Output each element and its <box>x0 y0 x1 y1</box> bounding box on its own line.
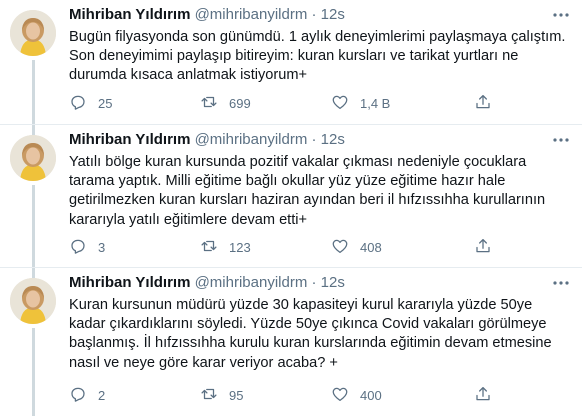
tweet-thread: Mihriban Yıldırım @mihribanyildrm · 12s … <box>0 0 582 416</box>
timestamp[interactable]: 12s <box>321 131 345 148</box>
heart-icon <box>331 385 349 406</box>
more-icon[interactable] <box>552 131 570 154</box>
heart-icon <box>331 93 349 114</box>
share-button[interactable] <box>474 237 492 258</box>
tweet-header: Mihriban Yıldırım @mihribanyildrm · 12s <box>69 274 345 292</box>
tweet-header: Mihriban Yıldırım @mihribanyildrm · 12s <box>69 6 345 24</box>
share-icon <box>474 237 492 258</box>
share-icon <box>474 385 492 406</box>
like-button[interactable]: 400 <box>331 385 382 406</box>
author-name[interactable]: Mihriban Yıldırım <box>69 6 190 23</box>
tweet-actions: 25 699 1,4 B <box>69 93 570 113</box>
retweet-count: 699 <box>229 96 251 111</box>
thread-line <box>32 125 35 135</box>
retweet-count: 123 <box>229 240 251 255</box>
reply-icon <box>69 237 87 258</box>
author-name[interactable]: Mihriban Yıldırım <box>69 274 190 291</box>
retweet-icon <box>200 93 218 114</box>
tweet[interactable]: Mihriban Yıldırım @mihribanyildrm · 12s … <box>0 0 582 125</box>
tweet-text: Yatılı bölge kuran kursunda pozitif vaka… <box>69 154 546 228</box>
tweet-actions: 2 95 400 <box>69 385 570 405</box>
share-button[interactable] <box>474 93 492 114</box>
author-handle[interactable]: @mihribanyildrm <box>195 131 308 148</box>
retweet-icon <box>200 385 218 406</box>
retweet-count: 95 <box>229 388 244 403</box>
share-button[interactable] <box>474 385 492 406</box>
author-handle[interactable]: @mihribanyildrm <box>195 274 308 291</box>
reply-count: 2 <box>98 388 106 403</box>
thread-line <box>32 60 35 125</box>
like-count: 408 <box>360 240 382 255</box>
tweet[interactable]: Mihriban Yıldırım @mihribanyildrm · 12s … <box>0 268 582 416</box>
retweet-icon <box>200 237 218 258</box>
reply-button[interactable]: 3 <box>69 237 105 258</box>
author-handle[interactable]: @mihribanyildrm <box>195 6 308 23</box>
retweet-button[interactable]: 95 <box>200 385 243 406</box>
like-button[interactable]: 1,4 B <box>331 93 390 114</box>
like-count: 1,4 B <box>360 96 391 111</box>
reply-count: 3 <box>98 240 106 255</box>
retweet-button[interactable]: 699 <box>200 93 251 114</box>
separator-dot: · <box>311 274 317 291</box>
reply-count: 25 <box>98 96 113 111</box>
reply-button[interactable]: 2 <box>69 385 105 406</box>
avatar[interactable] <box>10 10 56 56</box>
reply-icon <box>69 93 87 114</box>
tweet-text: Kuran kursunun müdürü yüzde 30 kapasitey… <box>69 297 552 371</box>
tweet-actions: 3 123 408 <box>69 237 570 257</box>
heart-icon <box>331 237 349 258</box>
avatar[interactable] <box>10 278 56 324</box>
separator-dot: · <box>311 6 317 23</box>
more-icon[interactable] <box>552 274 570 297</box>
tweet-text: Bugün filyasyonda son günümdü. 1 aylık d… <box>69 29 566 84</box>
thread-line <box>32 328 35 416</box>
tweet[interactable]: Mihriban Yıldırım @mihribanyildrm · 12s … <box>0 125 582 268</box>
thread-line <box>32 268 35 278</box>
timestamp[interactable]: 12s <box>321 274 345 291</box>
author-name[interactable]: Mihriban Yıldırım <box>69 131 190 148</box>
more-icon[interactable] <box>552 6 570 29</box>
avatar[interactable] <box>10 135 56 181</box>
timestamp[interactable]: 12s <box>321 6 345 23</box>
separator-dot: · <box>311 131 317 148</box>
retweet-button[interactable]: 123 <box>200 237 251 258</box>
share-icon <box>474 93 492 114</box>
tweet-header: Mihriban Yıldırım @mihribanyildrm · 12s <box>69 131 345 149</box>
like-count: 400 <box>360 388 382 403</box>
like-button[interactable]: 408 <box>331 237 382 258</box>
reply-button[interactable]: 25 <box>69 93 112 114</box>
reply-icon <box>69 385 87 406</box>
thread-line <box>32 185 35 268</box>
